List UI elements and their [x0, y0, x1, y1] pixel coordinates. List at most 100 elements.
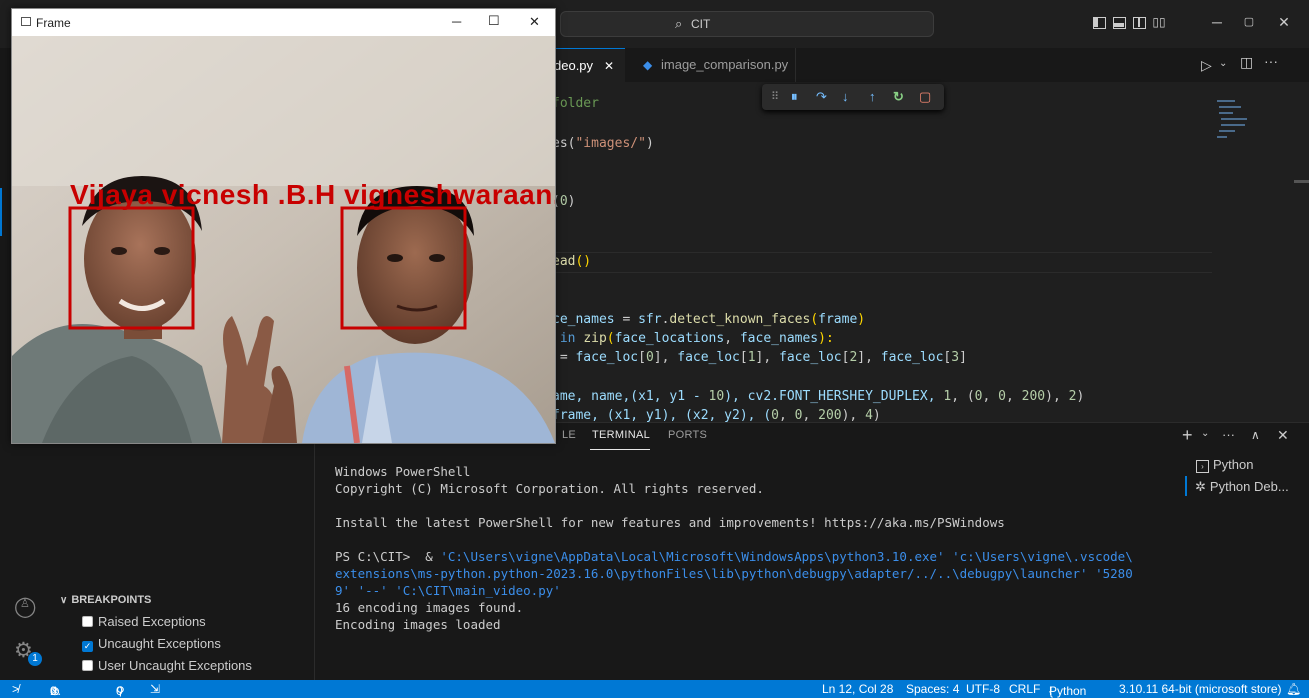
breakpoint-checkbox[interactable]	[82, 616, 93, 627]
code-token: detect_known_faces	[669, 312, 811, 327]
terminal-text: 'C:\Users\vigne\AppData\Local\Microsoft\…	[440, 549, 1133, 564]
split-editor-icon[interactable]: ◫	[1240, 54, 1253, 71]
tab-debug-console[interactable]: LE	[562, 429, 576, 441]
tab-image-comparison[interactable]: ◆ image_comparison.py	[625, 48, 796, 82]
code-token: 0	[998, 389, 1006, 404]
minimap[interactable]	[1213, 96, 1247, 142]
code-token: "images/"	[575, 136, 646, 151]
toggle-primary-sidebar-icon[interactable]	[1093, 17, 1106, 29]
debug-status-icon[interactable]: ⇲	[150, 682, 160, 696]
terminal-instance-python[interactable]: › Python	[1189, 457, 1253, 473]
code-token: ],	[857, 350, 881, 365]
code-line: = face_loc[0], face_loc[1], face_loc[2],…	[552, 350, 967, 368]
step-out-icon[interactable]: ↑	[869, 89, 876, 104]
update-badge: 1	[28, 652, 42, 666]
code-token: ,	[1005, 389, 1022, 404]
tab-terminal[interactable]: TERMINAL	[592, 429, 650, 441]
code-token: frame, (x1, y1), (x2, y2), (	[552, 408, 772, 423]
terminal-icon: ›	[1196, 460, 1209, 473]
code-token: ()	[575, 254, 592, 269]
terminal-instance-label: Python	[1213, 457, 1254, 472]
frame-close-icon[interactable]: ✕	[529, 14, 540, 30]
app-window-icon	[21, 17, 31, 26]
frame-maximize-icon[interactable]: ☐	[488, 13, 500, 29]
account-person-icon: ♙	[20, 598, 30, 610]
minimize-icon[interactable]: ─	[1209, 14, 1225, 30]
pause-icon[interactable]: ⏸	[791, 89, 798, 105]
terminal-line: PS C:\CIT> & 'C:\Users\vigne\AppData\Loc…	[335, 549, 1133, 564]
encoding[interactable]: UTF-8	[966, 682, 1000, 696]
code-token: )	[1076, 389, 1085, 404]
code-line: in zip(face_locations, face_names):	[552, 331, 834, 349]
frame-window: Frame ─ ☐ ✕ Vijaya vicnesh .B.H vigneshw…	[11, 8, 556, 444]
drag-handle-icon[interactable]: ⠿	[771, 90, 779, 103]
command-center[interactable]: ⌕ CIT	[560, 11, 934, 37]
code-token: face_names	[739, 331, 819, 346]
code-token: ,	[802, 408, 819, 423]
terminal-line: 16 encoding images found.	[335, 600, 523, 615]
terminal-instance-python-debug[interactable]: ✲ Python Deb...	[1189, 479, 1289, 495]
maximize-panel-icon[interactable]: ∧	[1251, 428, 1260, 442]
breakpoint-label: Raised Exceptions	[98, 614, 206, 629]
customize-layout-icon[interactable]: ▯▯	[1151, 14, 1167, 30]
step-into-icon[interactable]: ↓	[842, 89, 849, 104]
breakpoint-label: Uncaught Exceptions	[98, 636, 221, 651]
breakpoint-item[interactable]: User Uncaught Exceptions	[82, 658, 252, 673]
status-bar: ≯ ⊗ 0 ⚠ 0 ⚲ 0 ⇲ Ln 12, Col 28 Spaces: 4 UTF…	[0, 680, 1309, 698]
breakpoint-checkbox[interactable]	[82, 660, 93, 671]
code-token: ),	[1045, 389, 1069, 404]
terminal-text: extensions\ms-python.python-2023.16.0\py…	[335, 566, 1133, 581]
restart-icon[interactable]: ↻	[893, 89, 904, 105]
breakpoint-item[interactable]: Raised Exceptions	[82, 614, 206, 629]
code-token: ]	[959, 350, 967, 365]
current-line-highlight	[552, 252, 1212, 273]
notifications-bell-icon[interactable]: 🔔︎	[1286, 682, 1301, 696]
tab-main-video[interactable]: deo.py ✕	[548, 48, 625, 83]
toggle-secondary-sidebar-icon[interactable]	[1133, 17, 1146, 29]
panel-more-icon[interactable]: ···	[1222, 427, 1235, 442]
remote-icon[interactable]: ≯	[12, 682, 19, 696]
terminal-text: Windows PowerShell	[335, 464, 471, 479]
more-actions-icon[interactable]: ···	[1264, 53, 1278, 69]
maximize-icon[interactable]: ▢	[1241, 14, 1257, 30]
new-terminal-icon[interactable]: +	[1182, 425, 1193, 446]
frame-minimize-icon[interactable]: ─	[452, 14, 461, 29]
code-token: 200	[818, 408, 842, 423]
close-window-icon[interactable]: ✕	[1276, 14, 1292, 30]
active-terminal-indicator	[1185, 476, 1187, 496]
terminal-line: Copyright (C) Microsoft Corporation. All…	[335, 481, 764, 496]
code-token: ), cv2.FONT_HERSHEY_DUPLEX,	[724, 389, 944, 404]
code-token: ),	[841, 408, 866, 423]
close-panel-icon[interactable]: ✕	[1277, 427, 1289, 444]
code-token: 1	[943, 389, 952, 404]
code-token: ce_names	[552, 312, 615, 327]
stop-icon[interactable]: ▢	[919, 89, 931, 105]
cursor-position[interactable]: Ln 12, Col 28	[822, 682, 893, 696]
frame-title-bar[interactable]: Frame ─ ☐ ✕	[12, 9, 555, 36]
chevron-down-icon: ∨	[60, 595, 68, 606]
terminal-dropdown-icon[interactable]: ⌄	[1201, 428, 1209, 439]
code-token: folder	[552, 96, 599, 111]
breakpoint-checkbox[interactable]: ✓	[82, 641, 93, 652]
breakpoint-item[interactable]: ✓ Uncaught Exceptions	[82, 636, 221, 652]
code-line: folder	[552, 96, 599, 114]
run-icon[interactable]: ▷	[1201, 57, 1212, 74]
code-token: =	[614, 312, 639, 327]
code-token: ):	[818, 331, 834, 346]
terminal-line: extensions\ms-python.python-2023.16.0\py…	[335, 566, 1133, 581]
line-endings[interactable]: CRLF	[1009, 682, 1040, 696]
python-interpreter[interactable]: 3.10.11 64-bit (microsoft store)	[1119, 682, 1282, 696]
code-token: ,	[982, 389, 999, 404]
code-token: 3	[951, 350, 960, 365]
code-token: frame	[818, 312, 858, 327]
scrollbar-slider[interactable]	[1294, 180, 1309, 183]
toggle-panel-icon[interactable]	[1113, 17, 1126, 29]
code-line: ead()	[552, 254, 591, 272]
breakpoints-header[interactable]: ∨ BREAKPOINTS	[60, 594, 151, 606]
tab-ports[interactable]: PORTS	[668, 429, 707, 441]
tab-close-icon[interactable]: ✕	[604, 49, 614, 83]
step-over-icon[interactable]: ↷	[816, 89, 827, 105]
run-dropdown-chevron-icon[interactable]: ⌄	[1219, 58, 1227, 69]
code-token: 4	[865, 408, 873, 423]
indentation[interactable]: Spaces: 4	[906, 682, 959, 696]
